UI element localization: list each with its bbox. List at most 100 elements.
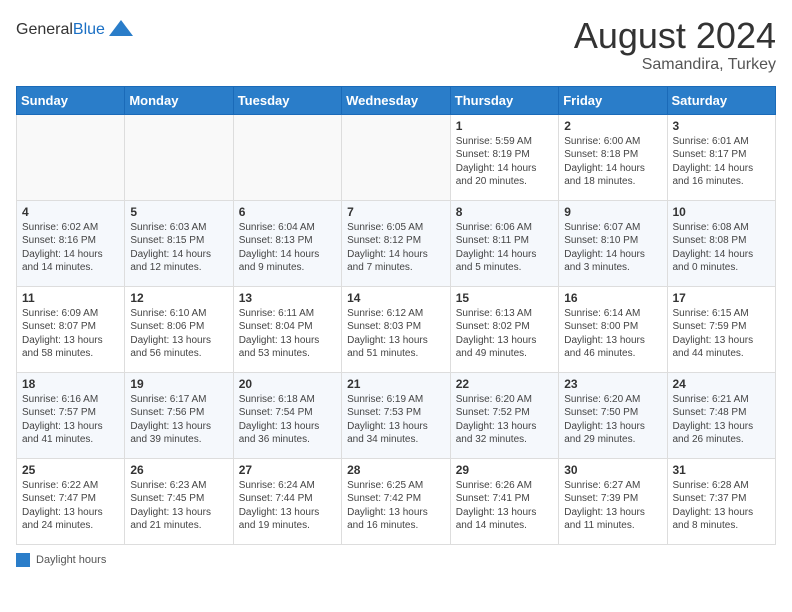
page-header: GeneralBlue August 2024 Samandira, Turke…: [16, 16, 776, 74]
day-content: Sunrise: 6:08 AM Sunset: 8:08 PM Dayligh…: [673, 221, 771, 275]
calendar-cell: 2 Sunrise: 6:00 AM Sunset: 8:18 PM Daylig…: [559, 114, 667, 200]
calendar-week-row: 18Sunrise: 6:16 AM Sunset: 7:57 PM Dayli…: [17, 372, 776, 458]
day-content: Sunrise: 6:18 AM Sunset: 7:54 PM Dayligh…: [239, 393, 336, 447]
logo-text-general: General: [16, 21, 73, 38]
day-content: Sunrise: 6:28 AM Sunset: 7:37 PM Dayligh…: [673, 479, 771, 533]
day-content: Sunrise: 6:22 AM Sunset: 7:47 PM Dayligh…: [22, 479, 119, 533]
calendar-cell: 19 Sunrise: 6:17 AM Sunset: 7:56 PM Dayli…: [125, 372, 233, 458]
calendar-header-thursday: Thursday: [450, 86, 558, 114]
calendar-cell: 9Sunrise: 6:07 AM Sunset: 8:10 PM Daylig…: [559, 200, 667, 286]
day-number: 24: [673, 377, 771, 391]
day-content: Sunrise: 6:25 AM Sunset: 7:42 PM Dayligh…: [347, 479, 445, 533]
day-number: 31: [673, 463, 771, 477]
legend-label: Daylight hours: [36, 554, 106, 566]
logo-text-blue: Blue: [73, 21, 105, 38]
day-number: 22: [456, 377, 553, 391]
day-content: Sunrise: 6:24 AM Sunset: 7:44 PM Dayligh…: [239, 479, 336, 533]
calendar-cell: [125, 114, 233, 200]
calendar-cell: 4 Sunrise: 6:02 AM Sunset: 8:16 PM Daylig…: [17, 200, 125, 286]
calendar-header-monday: Monday: [125, 86, 233, 114]
legend: Daylight hours: [16, 553, 776, 567]
day-content: Sunrise: 6:04 AM Sunset: 8:13 PM Dayligh…: [239, 221, 336, 275]
day-number: 14: [347, 291, 445, 305]
calendar-cell: 3 Sunrise: 6:01 AM Sunset: 8:17 PM Daylig…: [667, 114, 776, 200]
day-content: Sunrise: 6:06 AM Sunset: 8:11 PM Dayligh…: [456, 221, 553, 275]
day-number: 18: [22, 377, 119, 391]
calendar-cell: 24 Sunrise: 6:21 AM Sunset: 7:48 PM Dayli…: [667, 372, 776, 458]
day-number: 5: [130, 205, 227, 219]
day-number: 23: [564, 377, 661, 391]
day-content: Sunrise: 6:00 AM Sunset: 8:18 PM Dayligh…: [564, 135, 661, 189]
calendar-cell: 30Sunrise: 6:27 AM Sunset: 7:39 PM Dayli…: [559, 458, 667, 544]
calendar-cell: 20 Sunrise: 6:18 AM Sunset: 7:54 PM Dayli…: [233, 372, 341, 458]
day-content: Sunrise: 6:26 AM Sunset: 7:41 PM Dayligh…: [456, 479, 553, 533]
day-number: 1: [456, 119, 553, 133]
calendar-cell: 12 Sunrise: 6:10 AM Sunset: 8:06 PM Dayli…: [125, 286, 233, 372]
day-content: Sunrise: 6:14 AM Sunset: 8:00 PM Dayligh…: [564, 307, 661, 361]
calendar-table: SundayMondayTuesdayWednesdayThursdayFrid…: [16, 86, 776, 545]
day-content: Sunrise: 6:07 AM Sunset: 8:10 PM Dayligh…: [564, 221, 661, 275]
calendar-cell: 1 Sunrise: 5:59 AM Sunset: 8:19 PM Daylig…: [450, 114, 558, 200]
calendar-cell: 7Sunrise: 6:05 AM Sunset: 8:12 PM Daylig…: [342, 200, 451, 286]
calendar-cell: [342, 114, 451, 200]
day-content: Sunrise: 6:10 AM Sunset: 8:06 PM Dayligh…: [130, 307, 227, 361]
day-number: 21: [347, 377, 445, 391]
day-content: Sunrise: 6:20 AM Sunset: 7:52 PM Dayligh…: [456, 393, 553, 447]
calendar-cell: 17 Sunrise: 6:15 AM Sunset: 7:59 PM Dayli…: [667, 286, 776, 372]
day-content: Sunrise: 6:15 AM Sunset: 7:59 PM Dayligh…: [673, 307, 771, 361]
calendar-cell: 16 Sunrise: 6:14 AM Sunset: 8:00 PM Dayli…: [559, 286, 667, 372]
calendar-cell: 26 Sunrise: 6:23 AM Sunset: 7:45 PM Dayli…: [125, 458, 233, 544]
title-block: August 2024 Samandira, Turkey: [574, 16, 776, 74]
calendar-cell: 27Sunrise: 6:24 AM Sunset: 7:44 PM Dayli…: [233, 458, 341, 544]
day-number: 17: [673, 291, 771, 305]
day-content: Sunrise: 6:13 AM Sunset: 8:02 PM Dayligh…: [456, 307, 553, 361]
calendar-header-tuesday: Tuesday: [233, 86, 341, 114]
calendar-cell: 10 Sunrise: 6:08 AM Sunset: 8:08 PM Dayli…: [667, 200, 776, 286]
day-number: 19: [130, 377, 227, 391]
calendar-week-row: 11 Sunrise: 6:09 AM Sunset: 8:07 PM Dayli…: [17, 286, 776, 372]
day-number: 20: [239, 377, 336, 391]
day-number: 2: [564, 119, 661, 133]
calendar-header-friday: Friday: [559, 86, 667, 114]
day-content: Sunrise: 5:59 AM Sunset: 8:19 PM Dayligh…: [456, 135, 553, 189]
day-number: 29: [456, 463, 553, 477]
day-content: Sunrise: 6:27 AM Sunset: 7:39 PM Dayligh…: [564, 479, 661, 533]
calendar-cell: 18Sunrise: 6:16 AM Sunset: 7:57 PM Dayli…: [17, 372, 125, 458]
day-content: Sunrise: 6:09 AM Sunset: 8:07 PM Dayligh…: [22, 307, 119, 361]
day-number: 6: [239, 205, 336, 219]
calendar-cell: 25Sunrise: 6:22 AM Sunset: 7:47 PM Dayli…: [17, 458, 125, 544]
day-number: 8: [456, 205, 553, 219]
day-content: Sunrise: 6:23 AM Sunset: 7:45 PM Dayligh…: [130, 479, 227, 533]
day-number: 7: [347, 205, 445, 219]
calendar-cell: 13Sunrise: 6:11 AM Sunset: 8:04 PM Dayli…: [233, 286, 341, 372]
day-number: 3: [673, 119, 771, 133]
day-number: 10: [673, 205, 771, 219]
calendar-week-row: 4 Sunrise: 6:02 AM Sunset: 8:16 PM Daylig…: [17, 200, 776, 286]
day-content: Sunrise: 6:17 AM Sunset: 7:56 PM Dayligh…: [130, 393, 227, 447]
calendar-cell: 5 Sunrise: 6:03 AM Sunset: 8:15 PM Daylig…: [125, 200, 233, 286]
calendar-header-row: SundayMondayTuesdayWednesdayThursdayFrid…: [17, 86, 776, 114]
location-subtitle: Samandira, Turkey: [574, 56, 776, 74]
calendar-cell: 15Sunrise: 6:13 AM Sunset: 8:02 PM Dayli…: [450, 286, 558, 372]
day-content: Sunrise: 6:20 AM Sunset: 7:50 PM Dayligh…: [564, 393, 661, 447]
calendar-cell: 29 Sunrise: 6:26 AM Sunset: 7:41 PM Dayli…: [450, 458, 558, 544]
calendar-cell: 14Sunrise: 6:12 AM Sunset: 8:03 PM Dayli…: [342, 286, 451, 372]
calendar-cell: 23 Sunrise: 6:20 AM Sunset: 7:50 PM Dayli…: [559, 372, 667, 458]
month-year-title: August 2024: [574, 16, 776, 56]
day-number: 4: [22, 205, 119, 219]
day-number: 12: [130, 291, 227, 305]
day-number: 16: [564, 291, 661, 305]
day-number: 11: [22, 291, 119, 305]
calendar-cell: 8 Sunrise: 6:06 AM Sunset: 8:11 PM Daylig…: [450, 200, 558, 286]
legend-color-box: [16, 553, 30, 567]
logo: GeneralBlue: [16, 16, 135, 44]
day-number: 26: [130, 463, 227, 477]
calendar-header-sunday: Sunday: [17, 86, 125, 114]
day-content: Sunrise: 6:01 AM Sunset: 8:17 PM Dayligh…: [673, 135, 771, 189]
calendar-week-row: 25Sunrise: 6:22 AM Sunset: 7:47 PM Dayli…: [17, 458, 776, 544]
day-content: Sunrise: 6:21 AM Sunset: 7:48 PM Dayligh…: [673, 393, 771, 447]
calendar-cell: 28Sunrise: 6:25 AM Sunset: 7:42 PM Dayli…: [342, 458, 451, 544]
calendar-cell: 11 Sunrise: 6:09 AM Sunset: 8:07 PM Dayli…: [17, 286, 125, 372]
day-content: Sunrise: 6:03 AM Sunset: 8:15 PM Dayligh…: [130, 221, 227, 275]
day-content: Sunrise: 6:02 AM Sunset: 8:16 PM Dayligh…: [22, 221, 119, 275]
